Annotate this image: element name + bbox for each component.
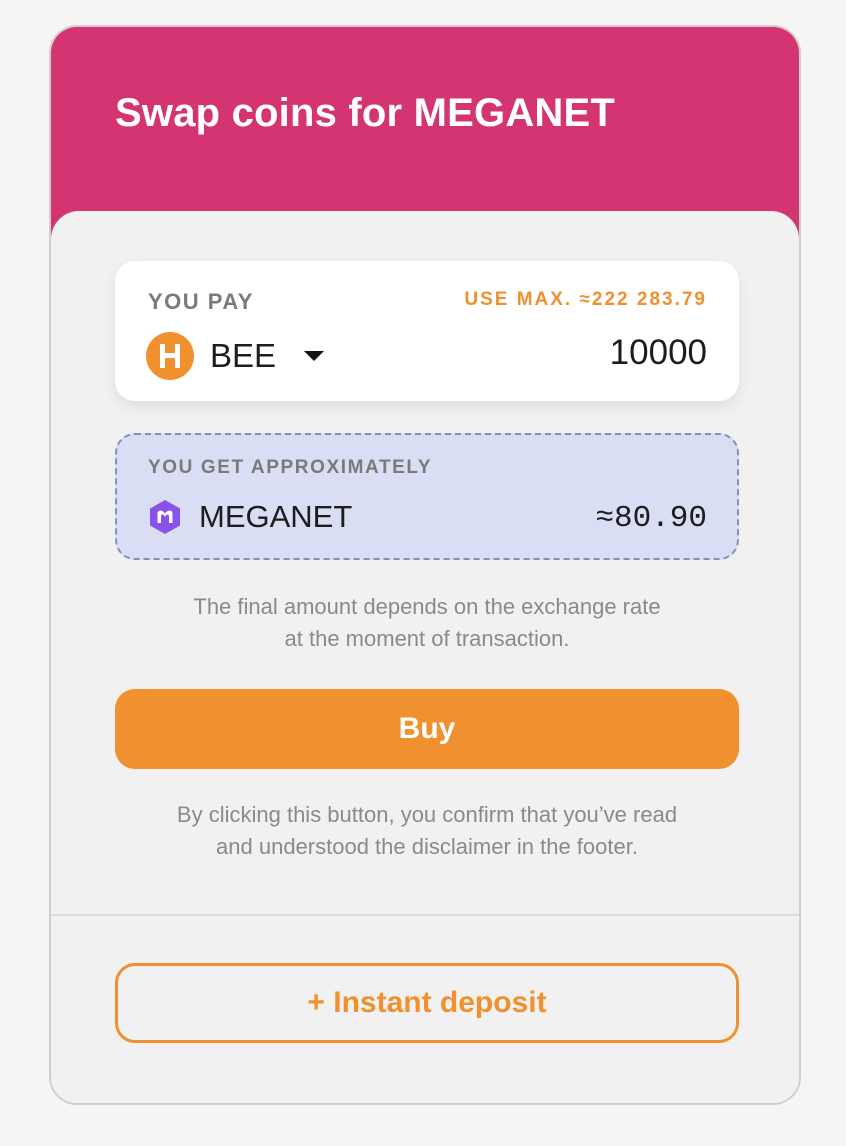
disclaimer-text: By clicking this button, you confirm tha… (115, 799, 739, 863)
divider (51, 914, 799, 916)
pay-coin-selector[interactable]: BEE (146, 331, 325, 381)
page-title: Swap coins for MEGANET (115, 91, 616, 135)
pay-amount-input[interactable] (447, 333, 707, 373)
note-line: The final amount depends on the exchange… (193, 594, 661, 619)
disclaimer-line: and understood the disclaimer in the foo… (216, 834, 638, 859)
instant-deposit-button[interactable]: + Instant deposit (115, 963, 739, 1043)
disclaimer-line: By clicking this button, you confirm tha… (176, 802, 678, 827)
get-coin-name: MEGANET (199, 499, 353, 534)
meganet-coin-icon (150, 500, 180, 534)
get-label: YOU GET APPROXIMATELY (148, 457, 433, 478)
get-coin: MEGANET (147, 499, 352, 535)
note-line: at the moment of transaction. (284, 626, 570, 651)
swap-card: Swap coins for MEGANET YOU PAY USE MAX. … (49, 25, 801, 1105)
bee-coin-icon (146, 332, 194, 380)
pay-panel: YOU PAY USE MAX. ≈222 283.79 BEE (115, 261, 739, 401)
pay-coin-name: BEE (210, 337, 277, 374)
get-amount: ≈80.90 (595, 501, 707, 536)
chevron-down-icon (304, 351, 325, 361)
use-max-link[interactable]: USE MAX. ≈222 283.79 (464, 289, 707, 311)
buy-button[interactable]: Buy (115, 689, 739, 769)
get-panel: YOU GET APPROXIMATELY MEGANET ≈80.90 (115, 433, 739, 560)
pay-label: YOU PAY (148, 289, 254, 314)
swap-form: YOU PAY USE MAX. ≈222 283.79 BEE YOU GET… (51, 211, 799, 1103)
exchange-rate-note: The final amount depends on the exchange… (115, 591, 739, 655)
